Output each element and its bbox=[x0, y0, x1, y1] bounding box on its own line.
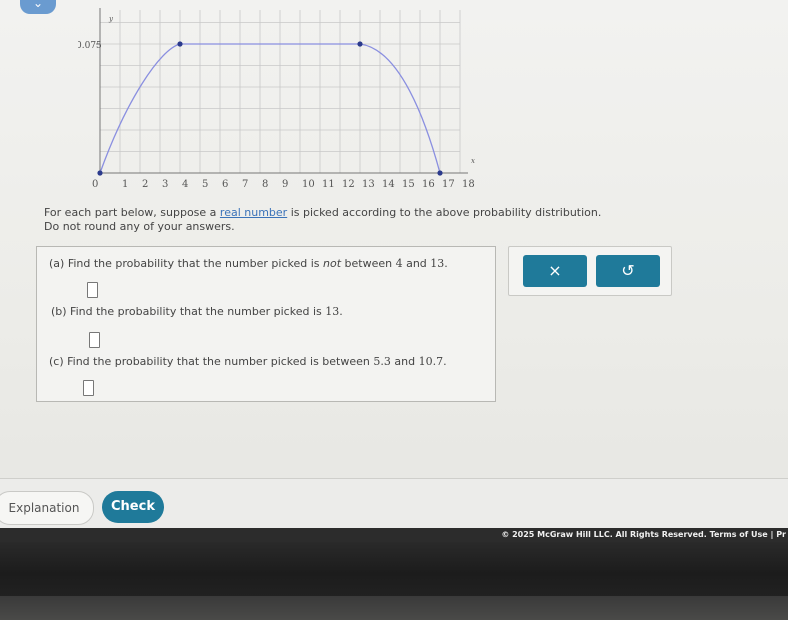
graph-axes bbox=[96, 8, 468, 174]
footer-text: © 2025 McGraw Hill LLC. All Rights Reser… bbox=[501, 530, 786, 539]
probability-graph: 0.075 y x 0 1 2 3 4 5 6 7 8 9 10 11 12 13 14 15 16 17 18 bbox=[78, 8, 475, 190]
part-b-text: (b) Find the probability that the number… bbox=[51, 305, 343, 318]
bezel-reflection bbox=[0, 596, 788, 620]
clear-answer-button[interactable]: × bbox=[523, 255, 587, 287]
curve-point bbox=[97, 170, 103, 176]
part-b-answer-input[interactable] bbox=[89, 332, 100, 348]
curve-point bbox=[177, 41, 183, 47]
x-tick-label: 8 bbox=[262, 179, 268, 190]
x-tick-label: 11 bbox=[322, 179, 335, 190]
undo-icon: ↺ bbox=[621, 261, 635, 280]
check-button[interactable]: Check bbox=[102, 491, 164, 523]
copyright-footer: © 2025 McGraw Hill LLC. All Rights Reser… bbox=[0, 528, 788, 542]
y-tick-label: 0.075 bbox=[78, 41, 102, 51]
close-icon: × bbox=[548, 261, 562, 280]
curve-point bbox=[437, 170, 443, 176]
x-tick-label: 10 bbox=[302, 179, 315, 190]
prompt-line-1: For each part below, suppose a real numb… bbox=[44, 206, 602, 219]
y-axis-letter: y bbox=[108, 15, 114, 23]
x-axis-letter: x bbox=[471, 157, 475, 165]
real-number-link[interactable]: real number bbox=[220, 206, 287, 219]
x-tick-label: 2 bbox=[142, 179, 148, 190]
x-tick-label: 7 bbox=[242, 179, 248, 190]
prompt-line-2: Do not round any of your answers. bbox=[44, 220, 235, 233]
part-c-answer-input[interactable] bbox=[83, 380, 94, 396]
x-tick-label: 4 bbox=[182, 179, 188, 190]
x-tick-label: 9 bbox=[282, 179, 288, 190]
x-tick-label: 17 bbox=[442, 179, 455, 190]
screen: ⌄ 0.075 y x 0 1 2 3 4 5 6 7 8 9 10 11 12 13 14 15 16 17 18… bbox=[0, 0, 788, 532]
x-tick-label: 0 bbox=[92, 179, 98, 190]
part-a-answer-input[interactable] bbox=[87, 282, 98, 298]
x-tick-label: 13 bbox=[362, 179, 375, 190]
x-tick-label: 6 bbox=[222, 179, 228, 190]
explanation-button[interactable]: Explanation bbox=[0, 491, 94, 525]
x-tick-label: 1 bbox=[122, 179, 128, 190]
curve-point bbox=[357, 41, 363, 47]
undo-button[interactable]: ↺ bbox=[596, 255, 660, 287]
x-tick-label: 3 bbox=[162, 179, 168, 190]
x-tick-labels: 0 1 2 3 4 5 6 7 8 9 10 11 12 13 14 15 16 17 18 bbox=[92, 179, 475, 190]
x-tick-label: 5 bbox=[202, 179, 208, 190]
part-a-text: (a) Find the probability that the number… bbox=[49, 257, 448, 270]
x-tick-label: 18 bbox=[462, 179, 475, 190]
part-c-text: (c) Find the probability that the number… bbox=[49, 355, 447, 368]
x-tick-label: 16 bbox=[422, 179, 435, 190]
x-tick-label: 12 bbox=[342, 179, 355, 190]
answer-tools-panel: × ↺ bbox=[508, 246, 672, 296]
chevron-down-icon[interactable]: ⌄ bbox=[20, 0, 56, 14]
x-tick-label: 14 bbox=[382, 179, 395, 190]
x-tick-label: 15 bbox=[402, 179, 415, 190]
problem-prompt: For each part below, suppose a real numb… bbox=[44, 206, 684, 234]
graph-grid bbox=[99, 10, 461, 174]
question-box: (a) Find the probability that the number… bbox=[36, 246, 496, 402]
